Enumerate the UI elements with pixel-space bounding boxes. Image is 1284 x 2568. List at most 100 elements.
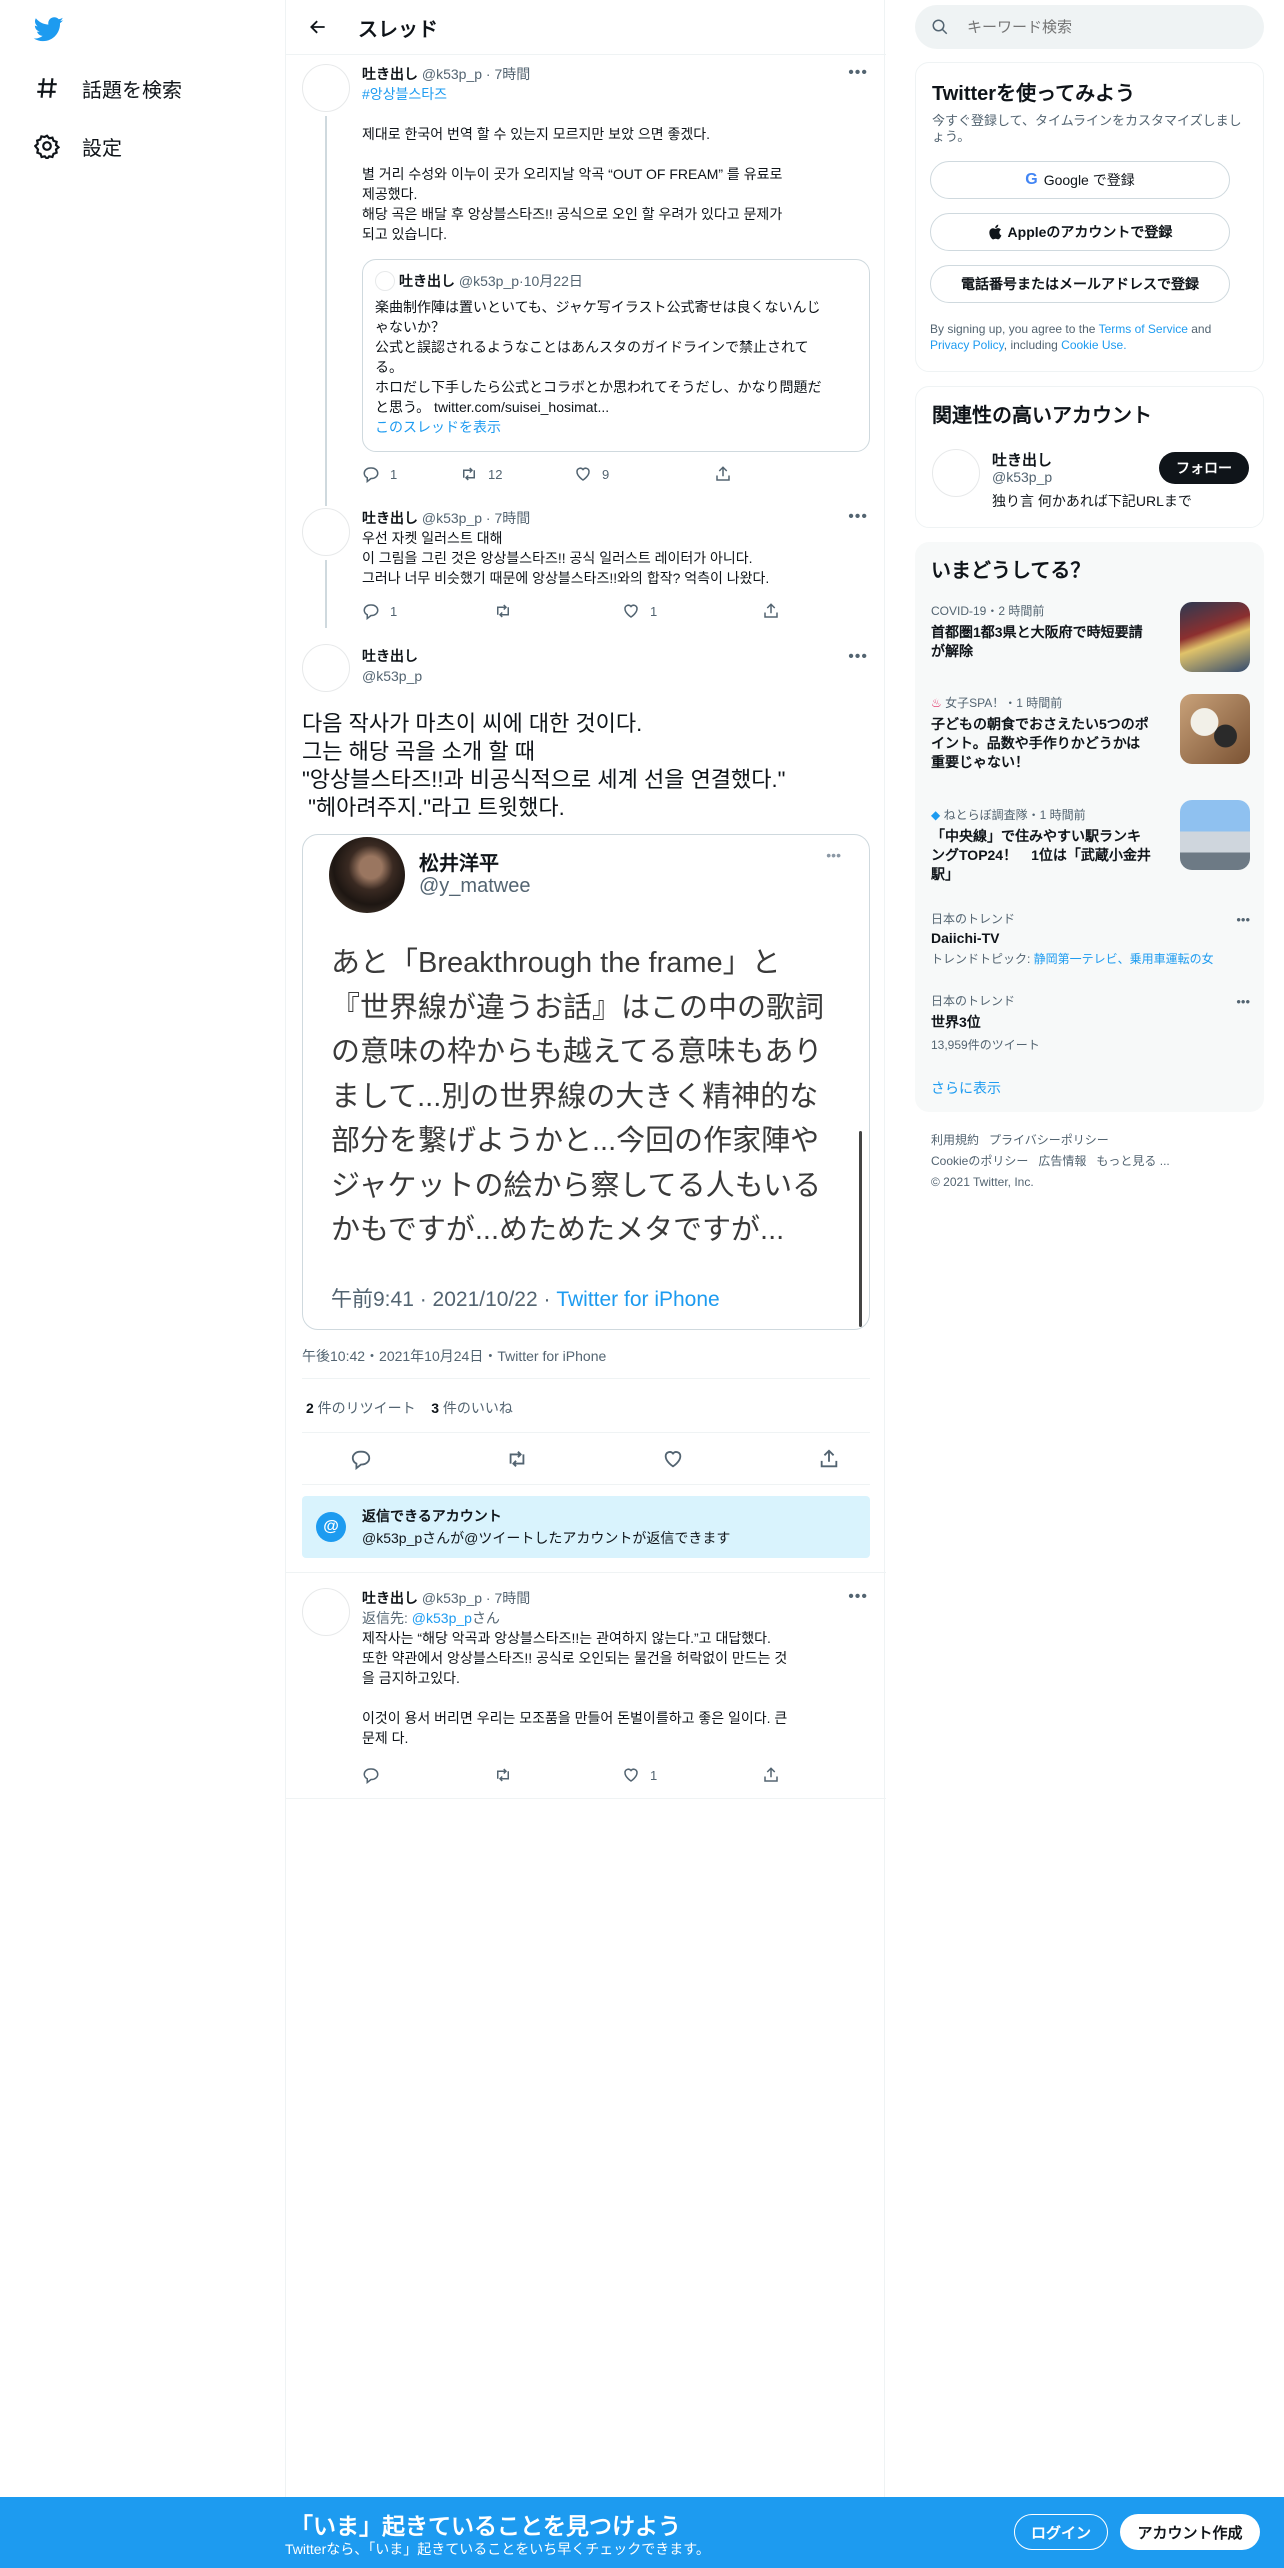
cookie-use-link[interactable]: Cookie Use. <box>1061 338 1126 352</box>
hashtag-link[interactable]: #앙상블스타즈 <box>362 84 870 104</box>
more-options-icon[interactable]: ••• <box>1236 912 1250 927</box>
like-button[interactable] <box>662 1448 694 1470</box>
terms-of-service-link[interactable]: Terms of Service <box>1099 322 1188 336</box>
more-options-icon[interactable]: ••• <box>848 508 868 526</box>
terms-link[interactable]: 利用規約 <box>931 1133 979 1147</box>
main-tweet-text-line: 그는 해당 곡을 소개 할 때 <box>302 739 535 764</box>
quote-text-line: 公式と誤認されるようなことはあんスタのガイドラインで禁止されて <box>375 339 809 355</box>
retweet-total[interactable]: 2 <box>306 1400 314 1416</box>
reply-button[interactable]: 1 <box>362 602 494 620</box>
retweet-button[interactable] <box>494 602 622 620</box>
like-total[interactable]: 3 <box>431 1400 439 1416</box>
share-button[interactable] <box>714 465 742 483</box>
share-button[interactable] <box>762 1766 790 1784</box>
search-input[interactable] <box>965 17 1245 37</box>
related-bio: 独り言 何かあれば下記URLまで <box>992 493 1192 509</box>
reply-button[interactable]: 1 <box>362 465 460 483</box>
cookie-link[interactable]: Cookieのポリシー <box>931 1154 1028 1168</box>
trend-meta-text: ねとらぼ調査隊・1 時間前 <box>943 808 1086 822</box>
retweet-button[interactable] <box>494 1766 622 1784</box>
share-icon <box>820 1449 838 1468</box>
create-account-button[interactable]: アカウント作成 <box>1120 2514 1260 2550</box>
search-bar[interactable] <box>915 5 1264 49</box>
reply-button[interactable] <box>350 1448 382 1470</box>
avatar[interactable] <box>302 644 350 692</box>
author-name[interactable]: 吐き出し <box>362 66 418 82</box>
divider <box>286 1572 886 1573</box>
tweet-time[interactable]: 7時間 <box>495 510 531 526</box>
footer-links: 利用規約 プライバシーポリシー Cookieのポリシー 広告情報 もっと見る .… <box>931 1130 1170 1193</box>
reply-button[interactable] <box>362 1766 494 1784</box>
main-tweet-author[interactable]: 吐き出し @k53p_p <box>362 646 870 686</box>
tweet-text-line: 별 거리 수성와 이누이 곳가 오리지날 악곡 “OUT OF FREAM” 를… <box>362 166 783 182</box>
divider <box>302 1378 870 1379</box>
tweet-text-line: 또한 약관에서 앙상블스타즈!! 공식로 오인되는 물건을 허락없이 만드는 것 <box>362 1650 788 1666</box>
show-more-link[interactable]: さらに表示 <box>931 1078 1001 1098</box>
avatar[interactable] <box>302 1588 350 1636</box>
retweet-total-label[interactable]: 件のリツイート <box>314 1400 416 1416</box>
author-name[interactable]: 吐き出し <box>362 510 418 526</box>
like-button[interactable]: 1 <box>622 602 762 620</box>
privacy-policy-link[interactable]: Privacy Policy <box>930 338 1004 352</box>
like-button[interactable]: 1 <box>622 1766 762 1784</box>
apple-signup-button[interactable]: Appleのアカウントで登録 <box>930 213 1230 251</box>
nav-settings[interactable]: 設定 <box>30 126 122 166</box>
share-icon <box>764 603 778 618</box>
tweet-time[interactable]: 7時間 <box>495 66 531 82</box>
google-signup-button[interactable]: G Google で登録 <box>930 161 1230 199</box>
related-handle[interactable]: @k53p_p <box>992 469 1052 485</box>
more-options-icon[interactable]: ••• <box>848 64 868 82</box>
more-options-icon[interactable]: ••• <box>848 648 868 666</box>
tweet-3[interactable]: 吐き出し @k53p_p · 7時間 返信先: @k53p_pさん 제작사는 “… <box>362 1588 870 1748</box>
avatar[interactable] <box>932 449 980 497</box>
trend-topic-link[interactable]: 静岡第一テレビ、乗用車運転の女 <box>1034 952 1214 966</box>
terms-text: By signing up, you agree to the <box>930 322 1099 336</box>
retweet-button[interactable]: 12 <box>460 465 574 483</box>
twitter-logo-icon[interactable] <box>32 14 66 44</box>
avatar[interactable] <box>302 64 350 112</box>
quoted-tweet[interactable]: 吐き出し @k53p_p · 10月22日 楽曲制作陣は置いといても、ジャケ写イ… <box>362 259 870 452</box>
avatar[interactable] <box>302 508 350 556</box>
more-link[interactable]: もっと見る ... <box>1096 1154 1169 1168</box>
ads-info-link[interactable]: 広告情報 <box>1038 1154 1086 1168</box>
follow-button[interactable]: フォロー <box>1159 452 1249 484</box>
phone-email-signup-button[interactable]: 電話番号またはメールアドレスで登録 <box>930 265 1230 303</box>
author-handle[interactable]: @k53p_p <box>422 510 482 526</box>
author-name-text[interactable]: 吐き出し <box>362 648 418 664</box>
reply-to: 返信先: @k53p_pさん <box>362 1608 870 1628</box>
author-name[interactable]: 吐き出し <box>362 1590 418 1606</box>
divider <box>302 1484 870 1485</box>
like-total-label[interactable]: 件のいいね <box>439 1400 513 1416</box>
tweet-time[interactable]: 7時間 <box>495 1590 531 1606</box>
trend-thumbnail <box>1180 602 1250 672</box>
attached-tweet-screenshot[interactable]: 松井洋平 @y_matwee ••• あと「Breakthrough the f… <box>302 834 870 1330</box>
trend-item[interactable]: 日本のトレンド 世界3位 13,959件のツイート <box>931 992 1251 1053</box>
more-options-icon[interactable]: ••• <box>848 1588 868 1606</box>
retweet-button[interactable] <box>506 1448 538 1470</box>
banner-title: 「いま」起きていることを見つけよう <box>290 2513 681 2539</box>
author-handle[interactable]: @k53p_p <box>362 666 870 686</box>
show-thread-link[interactable]: このスレッドを表示 <box>375 417 861 437</box>
more-options-icon[interactable]: ••• <box>1236 994 1250 1009</box>
thread-line <box>325 116 327 506</box>
tweet-2[interactable]: 吐き出し @k53p_p · 7時間 우선 자켓 일러스트 대해 이 그림을 그… <box>362 508 870 588</box>
tweet-timestamp[interactable]: 午後10:42・2021年10月24日・Twitter for iPhone <box>302 1346 606 1366</box>
tweet-1[interactable]: 吐き出し @k53p_p · 7時間 #앙상블스타즈 제대로 한국어 번역 할 … <box>362 64 870 244</box>
share-button[interactable] <box>818 1448 850 1470</box>
author-handle[interactable]: @k53p_p <box>422 1590 482 1606</box>
related-name[interactable]: 吐き出し <box>992 449 1052 470</box>
trend-item[interactable]: 日本のトレンド Daiichi-TV トレンドトピック: 静岡第一テレビ、乗用車… <box>931 910 1251 967</box>
engagement-stats: 2 件のリツイート 3 件のいいね <box>306 1398 513 1418</box>
back-arrow-icon[interactable] <box>298 7 338 47</box>
like-count: 1 <box>650 603 658 619</box>
nav-explore[interactable]: 話題を検索 <box>30 68 182 108</box>
embedded-text-line: あと「Breakthrough the frame」と <box>331 947 781 979</box>
share-button[interactable] <box>762 602 790 620</box>
reply-to-handle[interactable]: @k53p_p <box>412 1610 472 1626</box>
privacy-link[interactable]: プライバシーポリシー <box>989 1133 1109 1147</box>
signup-subtitle: 今すぐ登録して、タイムラインをカスタマイズしまし ょう。 <box>932 113 1252 145</box>
login-button[interactable]: ログイン <box>1014 2514 1108 2550</box>
notice-title: 返信できるアカウント <box>362 1508 502 1524</box>
author-handle[interactable]: @k53p_p <box>422 66 482 82</box>
like-button[interactable]: 9 <box>574 465 714 483</box>
